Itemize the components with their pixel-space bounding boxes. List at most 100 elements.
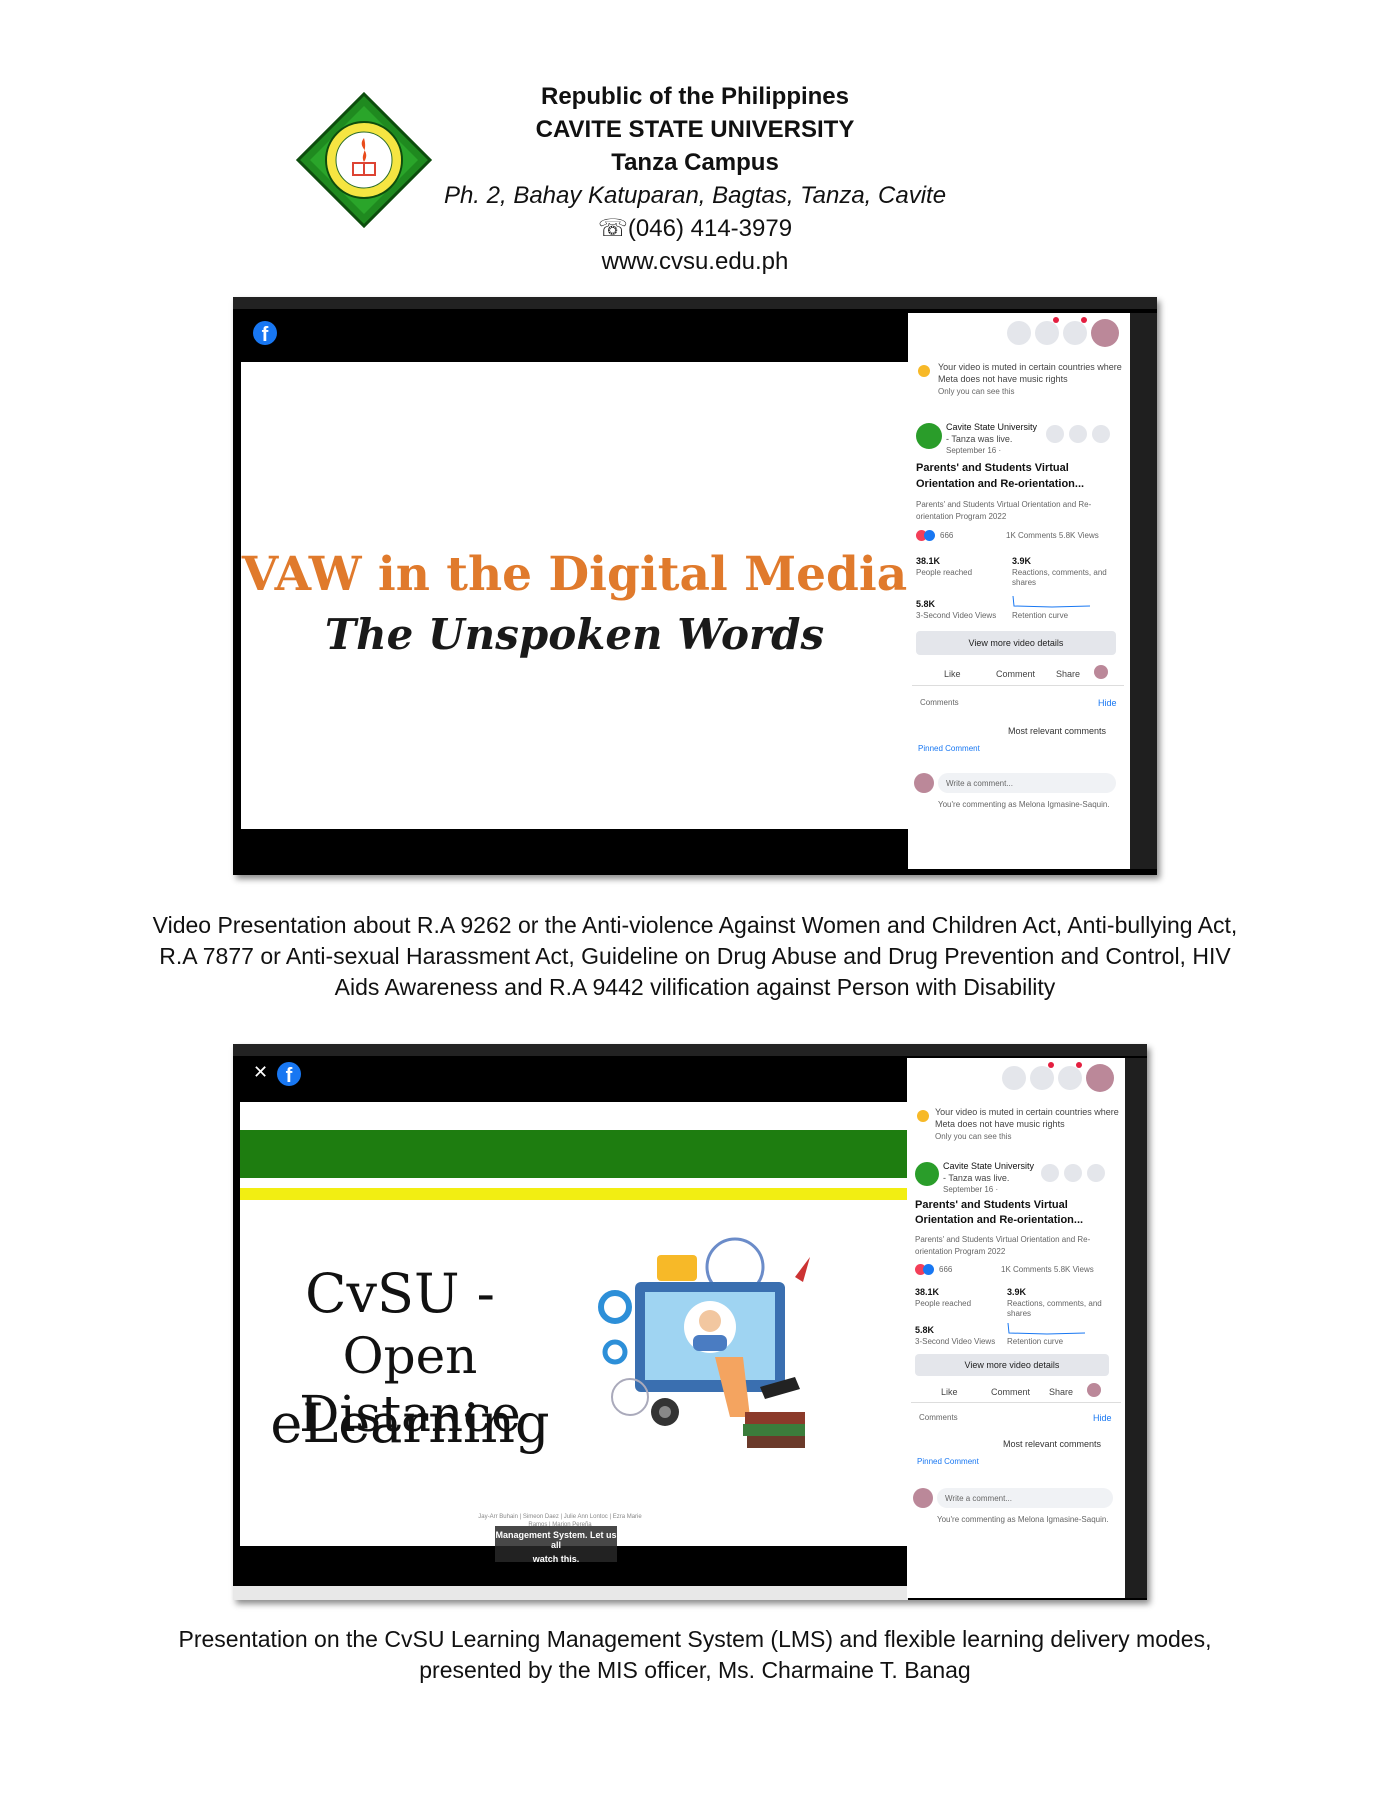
bell-icon[interactable] [1046, 425, 1064, 443]
screenshot-2: ✕ f CvSU - Open Distance eLearning Jay-A… [233, 1044, 1147, 1600]
engagement-value: 3.9K [1007, 1287, 1027, 1297]
post-description: Parents' and Students Virtual Orientatio… [916, 500, 1092, 509]
header-campus: Tanza Campus [611, 149, 779, 176]
views-3s-label: 3-Second Video Views [915, 1337, 996, 1346]
post-title-line2: Orientation and Re-orientation... [915, 1214, 1084, 1226]
caption-1: Video Presentation about R.A 9262 or the… [152, 912, 1238, 1000]
reaction-count[interactable]: 666 [939, 1264, 952, 1276]
engagement-label-line2: shares [1007, 1309, 1032, 1318]
facebook-side-panel: Your video is muted in certain countries… [908, 313, 1130, 869]
edit-icon[interactable] [1069, 425, 1087, 443]
comments-views-count[interactable]: 1K Comments 5.8K Views [1006, 530, 1099, 542]
reached-label: People reached [916, 568, 973, 577]
reached-label: People reached [915, 1299, 972, 1308]
retention-curve-sparkline [1012, 595, 1091, 608]
view-details-button[interactable]: View more video details [915, 1354, 1109, 1376]
reaction-count[interactable]: 666 [940, 530, 953, 542]
menu-icon[interactable] [1002, 1066, 1026, 1090]
comments-heading: Comments [920, 698, 959, 707]
close-icon[interactable]: ✕ [253, 1062, 268, 1083]
comment-sort-dropdown[interactable]: Most relevant comments [1008, 725, 1106, 737]
caption-2: Presentation on the CvSU Learning Manage… [178, 1626, 1212, 1683]
retention-curve-sparkline [1007, 1322, 1086, 1335]
page-name-line2: - Tanza was live. [946, 434, 1013, 444]
visibility-note: Only you can see this [938, 387, 1015, 396]
like-reaction-icon [924, 530, 935, 541]
notifications-icon[interactable] [1063, 321, 1087, 345]
comment-button[interactable]: Comment [996, 668, 1035, 680]
page-name[interactable]: Cavite State University [946, 421, 1037, 433]
facebook-icon[interactable]: f [253, 321, 277, 346]
views-3s-value: 5.8K [916, 599, 936, 609]
header-address: Ph. 2, Bahay Katuparan, Bagtas, Tanza, C… [443, 182, 947, 209]
credits-line-1: Jay-Arr Buhain | Simeon Daez | Julie Ann… [478, 1514, 642, 1520]
more-icon[interactable] [1087, 1164, 1105, 1182]
screenshot-1: f VAW in the Digital Media The Unspoken … [233, 297, 1157, 875]
engagement-value: 3.9K [1012, 556, 1032, 566]
page-name[interactable]: Cavite State University [943, 1160, 1034, 1172]
commenter-avatar [914, 773, 934, 793]
video-frame: VAW in the Digital Media The Unspoken Wo… [241, 362, 908, 829]
views-3s-label: 3-Second Video Views [916, 611, 997, 620]
post-description-line2: orientation Program 2022 [916, 512, 1007, 521]
hide-comments-link[interactable]: Hide [1098, 697, 1117, 709]
engagement-label-line2: shares [1012, 578, 1037, 587]
menu-icon[interactable] [1007, 321, 1031, 345]
like-button[interactable]: Like [941, 1386, 958, 1398]
muted-notice-line2: Meta does not have music rights [935, 1119, 1065, 1129]
comment-sort-dropdown[interactable]: Most relevant comments [1003, 1438, 1101, 1450]
video-subtitle: The Unspoken Words [324, 610, 825, 659]
subtitle-line-1: Management System. Let us all [495, 1530, 617, 1550]
like-reaction-icon [923, 1264, 934, 1275]
page-avatar[interactable] [915, 1162, 939, 1186]
facebook-side-panel: Your video is muted in certain countries… [907, 1058, 1125, 1598]
more-icon[interactable] [1092, 425, 1110, 443]
header-republic: Republic of the Philippines [540, 83, 849, 110]
reached-value: 38.1K [916, 556, 941, 566]
messenger-icon[interactable] [1030, 1066, 1054, 1090]
browser-bar [233, 297, 1157, 309]
notifications-icon[interactable] [1058, 1066, 1082, 1090]
muted-notice-line2: Meta does not have music rights [938, 374, 1068, 384]
comment-input-placeholder: Write a comment... [946, 779, 1013, 788]
commenting-as-note: You're commenting as Melona Igmasine-Saq… [937, 1515, 1109, 1524]
audience-avatar[interactable] [1087, 1383, 1101, 1397]
comments-heading: Comments [919, 1413, 958, 1422]
bell-icon[interactable] [1041, 1164, 1059, 1182]
retention-label: Retention curve [1012, 611, 1069, 620]
video-frame: CvSU - Open Distance eLearning Jay-Arr B… [240, 1102, 907, 1546]
letterhead: Republic of the Philippines CAVITE STATE… [0, 80, 1390, 278]
comment-button[interactable]: Comment [991, 1386, 1030, 1398]
page-name-line2: - Tanza was live. [943, 1173, 1010, 1183]
view-details-button[interactable]: View more video details [916, 631, 1116, 655]
views-3s-value: 5.8K [915, 1325, 935, 1335]
facebook-icon[interactable]: f [277, 1062, 301, 1087]
edit-icon[interactable] [1064, 1164, 1082, 1182]
reached-value: 38.1K [915, 1287, 940, 1297]
slide-line-3: eLearning [270, 1392, 550, 1455]
post-title-line2: Orientation and Re-orientation... [916, 478, 1085, 490]
avatar[interactable] [1086, 1064, 1114, 1092]
post-title: Parents' and Students Virtual [915, 1199, 1068, 1211]
page-avatar[interactable] [916, 423, 942, 449]
visibility-note: Only you can see this [935, 1132, 1012, 1141]
comments-views-count[interactable]: 1K Comments 5.8K Views [1001, 1264, 1094, 1276]
share-button[interactable]: Share [1049, 1386, 1073, 1398]
share-button[interactable]: Share [1056, 668, 1080, 680]
taskbar [233, 1586, 908, 1600]
info-icon [918, 365, 930, 377]
like-button[interactable]: Like [944, 668, 961, 680]
header-website: www.cvsu.edu.ph [601, 248, 789, 275]
audience-avatar[interactable] [1094, 665, 1108, 679]
video-title: VAW in the Digital Media [241, 547, 908, 602]
avatar[interactable] [1091, 319, 1119, 347]
muted-notice: Your video is muted in certain countries… [938, 362, 1122, 372]
muted-notice: Your video is muted in certain countries… [935, 1107, 1119, 1117]
elearning-illustration [598, 1237, 810, 1448]
browser-side-rail [1125, 1058, 1147, 1598]
header-phone: ☏(046) 414-3979 [597, 215, 793, 242]
retention-label: Retention curve [1007, 1337, 1064, 1346]
slide-line-1: CvSU - [305, 1262, 495, 1325]
messenger-icon[interactable] [1035, 321, 1059, 345]
hide-comments-link[interactable]: Hide [1093, 1412, 1112, 1424]
